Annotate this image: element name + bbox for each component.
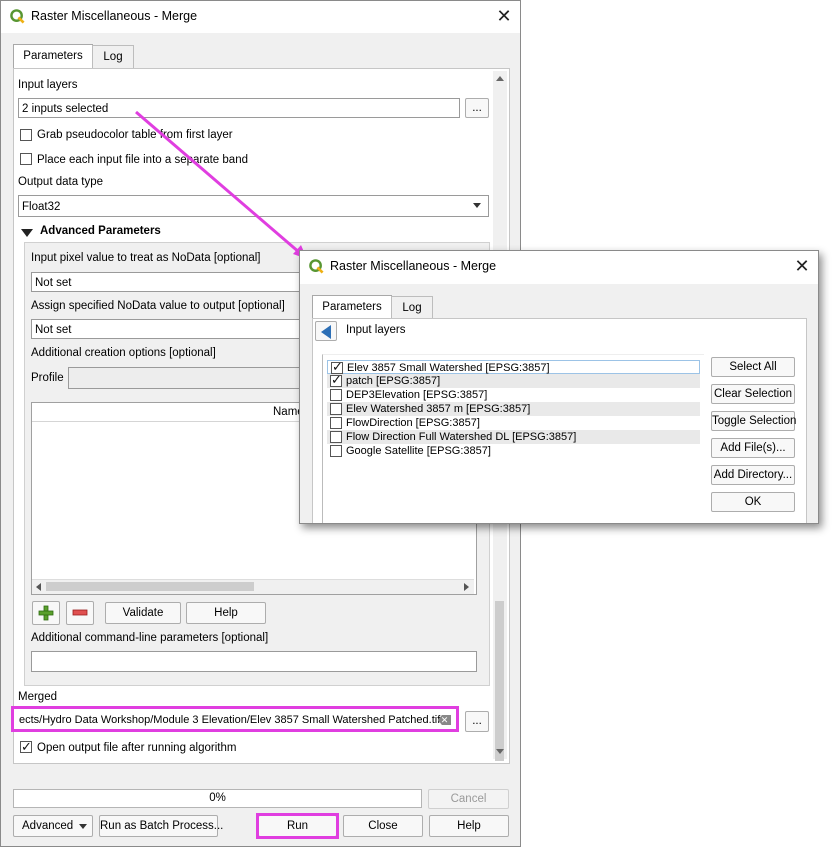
cancel-button[interactable]: Cancel xyxy=(428,789,509,809)
window-title: Raster Miscellaneous - Merge xyxy=(31,9,198,23)
scroll-right-icon[interactable] xyxy=(464,583,469,591)
title-bar: Raster Miscellaneous - Merge ✕ xyxy=(1,1,520,33)
input-layers-dialog: Raster Miscellaneous - Merge ✕ Parameter… xyxy=(299,250,819,524)
scroll-up-icon[interactable] xyxy=(496,76,504,81)
validate-button[interactable]: Validate xyxy=(105,602,181,624)
input-layers-label: Input layers xyxy=(18,79,78,91)
tab-parameters[interactable]: Parameters xyxy=(13,44,93,68)
layer-name: patch [EPSG:3857] xyxy=(346,375,441,387)
scroll-left-icon[interactable] xyxy=(36,583,41,591)
tab-log[interactable]: Log xyxy=(92,45,134,68)
advanced-parameters-header[interactable]: Advanced Parameters xyxy=(40,225,161,237)
advanced-button[interactable]: Advanced xyxy=(13,815,93,837)
layer-name: Elev 3857 Small Watershed [EPSG:3857] xyxy=(347,362,550,374)
layer-name: DEP3Elevation [EPSG:3857] xyxy=(346,389,488,401)
plus-icon xyxy=(38,605,54,621)
layer-name: Elev Watershed 3857 m [EPSG:3857] xyxy=(346,403,531,415)
minus-icon xyxy=(72,609,88,616)
input-layers-field[interactable]: 2 inputs selected xyxy=(18,98,460,118)
select-all-button[interactable]: Select All xyxy=(711,357,795,377)
grab-pseudocolor-label: Grab pseudocolor table from first layer xyxy=(37,129,233,141)
popup-tab-parameters[interactable]: Parameters xyxy=(312,295,392,319)
layer-list-item[interactable]: Google Satellite [EPSG:3857] xyxy=(327,444,700,458)
input-layers-browse-button[interactable]: ... xyxy=(465,98,489,118)
layer-list-item[interactable]: Elev 3857 Small Watershed [EPSG:3857] xyxy=(327,360,700,374)
separate-band-checkbox[interactable] xyxy=(20,153,32,165)
layer-list-item[interactable]: DEP3Elevation [EPSG:3857] xyxy=(327,388,700,402)
add-files-button[interactable]: Add File(s)... xyxy=(711,438,795,458)
progress-bar: 0% xyxy=(13,789,422,808)
profile-select[interactable] xyxy=(68,367,308,389)
layer-name: Google Satellite [EPSG:3857] xyxy=(346,445,491,457)
back-button[interactable] xyxy=(315,321,337,341)
extra-params-label: Additional command-line parameters [opti… xyxy=(31,632,269,644)
progress-text: 0% xyxy=(209,792,226,804)
popup-window-title: Raster Miscellaneous - Merge xyxy=(330,259,497,273)
nodata-input-label: Input pixel value to treat as NoData [op… xyxy=(31,252,261,264)
chevron-down-icon xyxy=(473,203,481,208)
popup-title-bar: Raster Miscellaneous - Merge ✕ xyxy=(300,251,818,284)
toggle-selection-button[interactable]: Toggle Selection xyxy=(711,411,796,431)
close-button[interactable]: Close xyxy=(343,815,423,837)
layer-checkbox[interactable] xyxy=(330,445,342,457)
output-data-type-label: Output data type xyxy=(18,176,104,188)
popup-close-icon[interactable]: ✕ xyxy=(789,254,815,278)
creation-options-label: Additional creation options [optional] xyxy=(31,347,216,359)
nodata-output-field[interactable]: Not set xyxy=(31,319,311,339)
add-row-button[interactable] xyxy=(32,601,60,625)
remove-row-button[interactable] xyxy=(66,601,94,625)
layer-name: Flow Direction Full Watershed DL [EPSG:3… xyxy=(346,431,577,443)
layer-name: FlowDirection [EPSG:3857] xyxy=(346,417,480,429)
output-data-type-select[interactable]: Float32 xyxy=(18,195,489,217)
layer-checkbox[interactable] xyxy=(330,417,342,429)
back-arrow-icon xyxy=(321,325,331,339)
run-batch-button[interactable]: Run as Batch Process... xyxy=(99,815,223,837)
help-button[interactable]: Help xyxy=(429,815,509,837)
layer-checkbox[interactable] xyxy=(330,373,342,387)
collapse-triangle-icon[interactable] xyxy=(21,229,33,237)
open-output-checkbox[interactable] xyxy=(20,739,32,755)
layer-list-item[interactable]: Elev Watershed 3857 m [EPSG:3857] xyxy=(327,402,700,416)
add-directory-button[interactable]: Add Directory... xyxy=(711,465,795,485)
horizontal-scroll-thumb[interactable] xyxy=(46,582,254,591)
close-icon[interactable]: ✕ xyxy=(491,4,517,28)
clear-selection-button[interactable]: Clear Selection xyxy=(711,384,795,404)
grab-pseudocolor-checkbox[interactable] xyxy=(20,129,32,141)
layer-checkbox[interactable] xyxy=(330,403,342,415)
profile-label: Profile xyxy=(31,372,64,384)
chevron-down-icon xyxy=(79,824,87,829)
layer-list[interactable]: Elev 3857 Small Watershed [EPSG:3857]pat… xyxy=(322,354,704,523)
horizontal-scrollbar[interactable] xyxy=(32,579,474,594)
separate-band-label: Place each input file into a separate ba… xyxy=(37,154,248,166)
layer-list-item[interactable]: FlowDirection [EPSG:3857] xyxy=(327,416,700,430)
open-output-label: Open output file after running algorithm xyxy=(37,742,237,754)
qgis-logo-icon xyxy=(309,259,324,274)
ok-button[interactable]: OK xyxy=(711,492,795,512)
popup-tab-log[interactable]: Log xyxy=(391,296,433,319)
popup-header-label: Input layers xyxy=(346,324,406,336)
qgis-logo-icon xyxy=(10,9,25,24)
layer-list-item[interactable]: patch [EPSG:3857] xyxy=(327,373,700,388)
table-help-button[interactable]: Help xyxy=(186,602,266,624)
merged-label: Merged xyxy=(18,691,57,703)
run-button-highlight xyxy=(256,813,339,839)
layer-checkbox[interactable] xyxy=(330,389,342,401)
scroll-thumb[interactable] xyxy=(495,601,504,761)
scroll-down-icon[interactable] xyxy=(496,749,504,754)
nodata-input-field[interactable]: Not set xyxy=(31,272,311,292)
layer-list-item[interactable]: Flow Direction Full Watershed DL [EPSG:3… xyxy=(327,430,700,444)
nodata-output-label: Assign specified NoData value to output … xyxy=(31,300,285,312)
merged-browse-button[interactable]: ... xyxy=(465,711,489,732)
merged-output-highlight xyxy=(11,706,459,732)
extra-params-field[interactable] xyxy=(31,651,477,672)
layer-checkbox[interactable] xyxy=(330,431,342,443)
